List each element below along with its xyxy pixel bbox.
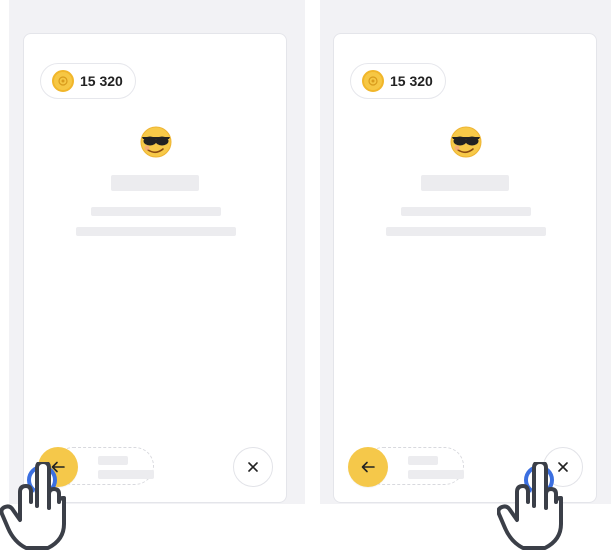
coin-balance: 15 320 bbox=[350, 63, 446, 99]
coin-icon bbox=[52, 70, 74, 92]
title-placeholder bbox=[111, 175, 199, 191]
close-button[interactable] bbox=[233, 447, 273, 487]
tap-hand-icon bbox=[0, 462, 66, 550]
label-placeholder-line bbox=[408, 456, 438, 465]
label-placeholder-line bbox=[98, 470, 154, 479]
coin-icon bbox=[362, 70, 384, 92]
screen-left: 15 320 bbox=[9, 0, 305, 504]
coin-count: 15 320 bbox=[80, 73, 123, 89]
tap-hand-icon bbox=[497, 462, 563, 550]
coin-balance: 15 320 bbox=[40, 63, 136, 99]
coin-count: 15 320 bbox=[390, 73, 433, 89]
screen-right: 15 320 bbox=[320, 0, 611, 504]
arrow-left-icon bbox=[361, 461, 375, 473]
text-placeholder-line bbox=[76, 227, 236, 236]
label-placeholder-line bbox=[98, 456, 128, 465]
sunglasses-emoji-icon bbox=[450, 126, 482, 158]
title-placeholder bbox=[421, 175, 509, 191]
modal-card: 15 320 bbox=[23, 33, 287, 503]
text-placeholder-line bbox=[91, 207, 221, 216]
label-placeholder-line bbox=[408, 470, 464, 479]
back-control bbox=[348, 447, 464, 487]
back-button[interactable] bbox=[348, 447, 388, 487]
modal-card: 15 320 bbox=[333, 33, 597, 503]
sunglasses-emoji-icon bbox=[140, 126, 172, 158]
text-placeholder-line bbox=[401, 207, 531, 216]
close-icon bbox=[248, 462, 258, 472]
text-placeholder-line bbox=[386, 227, 546, 236]
